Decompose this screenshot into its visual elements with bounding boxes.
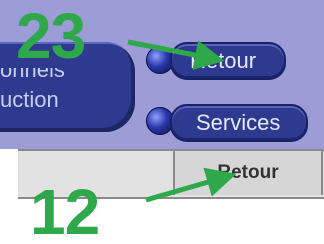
annotation-arrow-bottom [145, 167, 237, 203]
annotation-number-top: 23 [16, 0, 86, 72]
annotation-arrow-top [127, 39, 225, 70]
screenshot-stage: onnels uction Retour Services Retour 23 … [0, 0, 324, 244]
annotation-number-bottom: 12 [30, 176, 100, 244]
